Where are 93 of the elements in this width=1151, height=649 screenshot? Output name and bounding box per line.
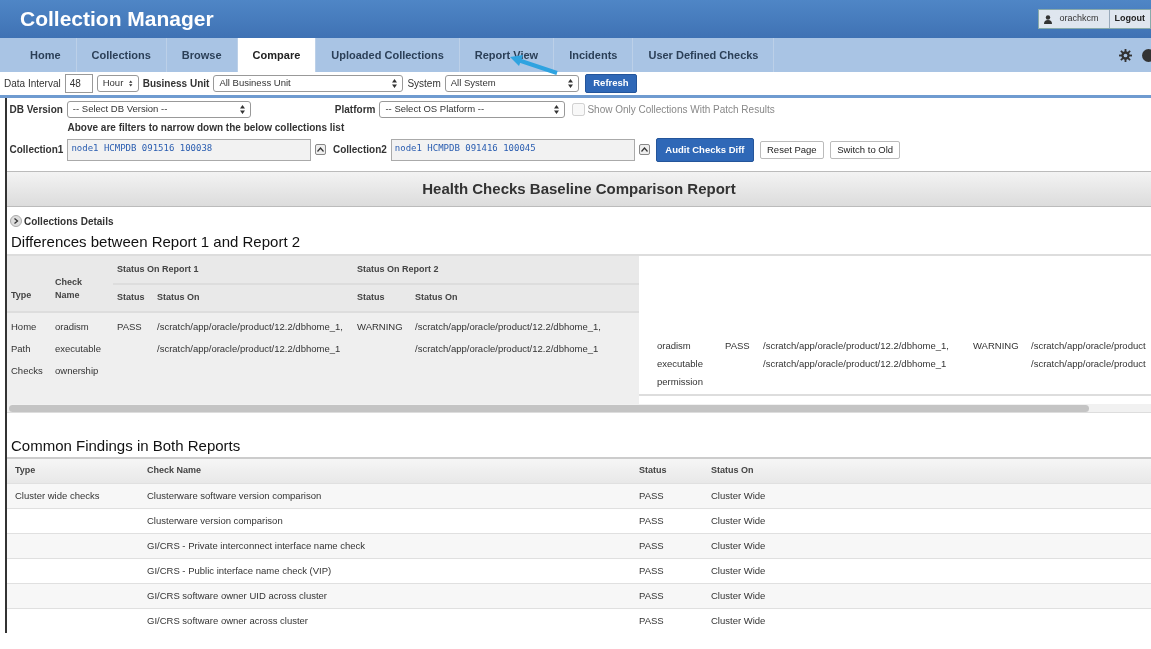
column-header: Check Name [147,465,202,476]
table-cell: GI/CRS software owner across cluster [147,614,309,626]
dropdown-caret-icon [239,104,245,114]
table-cell: Cluster Wide [711,539,766,551]
column-header: Type [11,290,32,301]
table-cell: GI/CRS software owner UID across cluster [147,589,328,601]
section-heading: Common Findings in Both Reports [10,435,242,456]
action-button[interactable]: Audit Checks Diff [656,137,754,162]
table-cell-text: /scratch/app/oracle/product/12.2/dbhome_1 [157,341,342,356]
table-cell: PASS [639,539,664,551]
logout-button[interactable]: Logout [1108,10,1150,28]
table-cell-text: oradism executable permission [657,338,704,389]
collapse-button[interactable] [638,144,650,156]
table-cell: Cluster Wide [711,564,766,576]
table-cell-text: /scratch/app/oracle/product/12.2/dbhome_1, [157,319,344,334]
table-cell: Cluster Wide [711,614,766,626]
dropdown-caret-icon [392,79,398,88]
nav-tab[interactable]: User Defined Checks [633,38,775,72]
column-header: Status On [157,292,200,302]
hint-text: Above are filters to narrow down the below collections list [66,121,346,135]
table-cell: GI/CRS - Public interface name check (VIP) [147,564,332,576]
user-icon [1044,14,1052,24]
action-button[interactable]: Reset Page [760,140,824,159]
select-field[interactable]: All System [444,75,579,92]
settings-icon[interactable] [1119,48,1132,62]
select-field[interactable]: Hour [96,75,139,92]
table-cell: Cluster Wide [711,589,766,601]
table-cell-text: WARNING [357,319,404,334]
nav-tab[interactable]: Collections [76,38,167,72]
table-cell: Cluster Wide [711,489,766,501]
dropdown-caret-icon [554,104,560,114]
collection-field[interactable]: node1 HCMPDB 091516 100038 [67,138,312,161]
dropdown-caret-icon [567,79,573,88]
column-header: Type [15,465,36,476]
collapse-button[interactable] [315,144,327,156]
table-cell-text: /scratch/app/oracle/product/12.2/dbhome_1, [415,319,602,334]
column-header: Status [357,292,385,302]
user-name[interactable]: orachkcm [1039,12,1109,26]
collection-field[interactable]: node1 HCMPDB 091416 100045 [390,138,635,161]
table-cell-text: /scratch/app/oracle/product [1031,356,1147,371]
refresh-button[interactable]: Refresh [585,74,637,93]
table-cell: PASS [639,589,664,601]
app-title: Collection Manager [20,6,214,33]
field-label: System [407,77,441,91]
select-field[interactable]: All Business Unit [213,75,404,92]
nav-tab[interactable]: Uploaded Collections [316,38,460,72]
nav-tab[interactable]: Home [15,38,77,72]
report-title: Health Checks Baseline Comparison Report [7,170,1151,207]
table-cell-text: /scratch/app/oracle/product/12.2/dbhome_1 [763,356,948,371]
action-button[interactable]: Switch to Old [830,140,901,159]
section-label: Collections Details [24,214,114,229]
table-cell-text: Home Path Checks [11,319,44,378]
table-cell: PASS [639,614,664,626]
field-label: Business Unit [142,77,210,91]
table-cell-text: /scratch/app/oracle/product [1031,338,1147,353]
table-cell: Cluster wide checks [15,489,100,501]
table-cell: GI/CRS - Private interconnect interface name check [147,539,366,551]
interval-field[interactable]: 48 [64,74,93,93]
field-label: Collection2 [332,143,387,158]
column-header: Status On [415,292,458,302]
nav-tab[interactable]: Browse [166,38,238,72]
help-icon[interactable] [1142,48,1151,62]
table-cell: PASS [639,514,664,526]
expand-toggle-icon[interactable] [9,215,22,228]
column-header: Status [117,292,145,302]
nav-tab[interactable]: Compare [237,38,317,72]
select-field[interactable]: -- Select DB Version -- [66,100,251,118]
table-cell-text: PASS [117,319,143,334]
table-cell-text: oradism executable ownership [55,319,102,378]
table-cell-text: PASS [725,338,751,353]
scrollbar-thumb[interactable] [9,404,1089,412]
table-cell-text: /scratch/app/oracle/product/12.2/dbhome_1 [415,341,600,356]
select-field[interactable]: -- Select OS Platform -- [379,100,566,118]
table-cell: PASS [639,564,664,576]
column-header: Status On [711,465,754,476]
field-label: Platform [334,102,376,117]
nav-tab[interactable]: Incidents [554,38,634,72]
checkbox-label: Show Only Collections With Patch Results [587,102,775,117]
table-cell: Cluster Wide [711,514,766,526]
table-cell: PASS [639,489,664,501]
table-cell: Clusterware version comparison [147,514,283,526]
column-header: Check Name [55,276,82,301]
column-header: Status On Report 1 [117,263,199,274]
field-label: Data Interval [4,77,61,91]
field-label: DB Version [9,102,63,117]
column-header: Status [639,465,667,476]
table-cell: Clusterware software version comparison [147,489,322,501]
table-cell-text: /scratch/app/oracle/product/12.2/dbhome_1, [763,338,950,353]
dropdown-caret-icon [129,79,133,88]
section-heading: Differences between Report 1 and Report 2 [10,232,302,253]
column-header: Status On Report 2 [357,263,439,274]
field-label: Collection1 [9,143,64,158]
table-cell-text: WARNING [973,338,1020,353]
